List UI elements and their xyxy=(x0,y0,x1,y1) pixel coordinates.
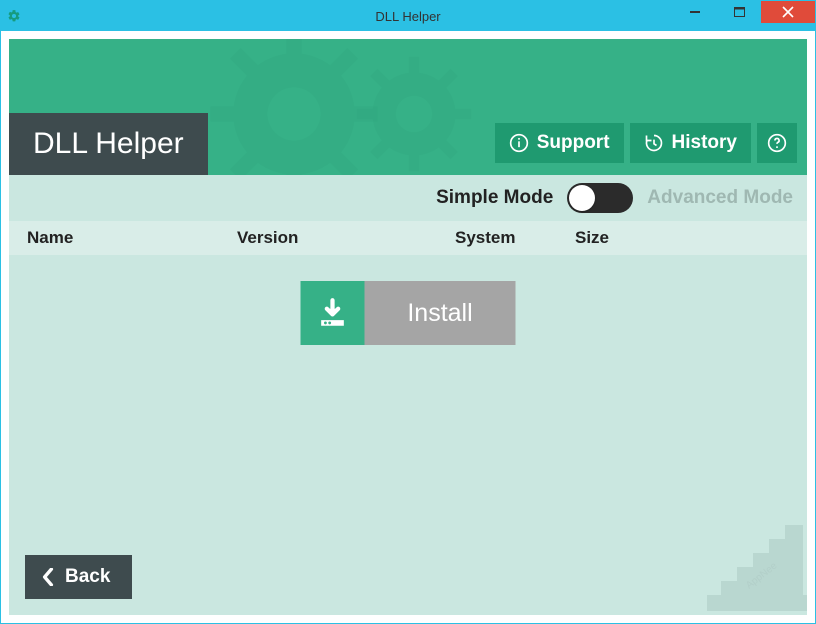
support-label: Support xyxy=(537,132,610,154)
history-button[interactable]: History xyxy=(630,123,751,163)
close-button[interactable] xyxy=(761,1,815,23)
header-buttons: Support History xyxy=(495,123,797,163)
info-icon xyxy=(509,133,529,153)
app-body: DLL Helper Support History Simple Mode xyxy=(1,31,815,623)
header-banner: DLL Helper Support History xyxy=(9,39,807,175)
maximize-button[interactable] xyxy=(717,1,761,23)
history-icon xyxy=(644,133,664,153)
help-button[interactable] xyxy=(757,123,797,163)
chevron-left-icon xyxy=(41,568,55,586)
mode-toggle[interactable] xyxy=(567,183,633,213)
window-controls xyxy=(673,1,815,31)
column-size[interactable]: Size xyxy=(575,228,807,248)
app-title-box: DLL Helper xyxy=(9,113,208,175)
column-system[interactable]: System xyxy=(455,228,575,248)
simple-mode-label: Simple Mode xyxy=(436,187,553,209)
app-icon xyxy=(7,9,21,23)
watermark: AppNee xyxy=(707,525,807,615)
support-button[interactable]: Support xyxy=(495,123,624,163)
history-label: History xyxy=(672,132,737,154)
install-button[interactable]: Install xyxy=(301,281,516,345)
app-title: DLL Helper xyxy=(33,127,184,161)
install-label: Install xyxy=(365,281,516,345)
back-button[interactable]: Back xyxy=(25,555,132,599)
install-icon-box xyxy=(301,281,365,345)
help-icon xyxy=(767,133,787,153)
gear-decoration xyxy=(349,49,479,175)
maximize-icon xyxy=(734,7,745,18)
download-icon xyxy=(316,296,350,330)
close-icon xyxy=(782,6,794,18)
advanced-mode-label: Advanced Mode xyxy=(647,187,793,209)
mode-bar: Simple Mode Advanced Mode xyxy=(9,175,807,221)
app-window: DLL Helper DLL Helper xyxy=(0,0,816,624)
minimize-icon xyxy=(689,6,701,18)
content-area: Install Back AppNee xyxy=(9,255,807,615)
column-version[interactable]: Version xyxy=(237,228,455,248)
back-label: Back xyxy=(65,566,110,588)
column-headers: Name Version System Size xyxy=(9,221,807,255)
toggle-knob xyxy=(569,185,595,211)
titlebar[interactable]: DLL Helper xyxy=(1,1,815,31)
column-name[interactable]: Name xyxy=(27,228,237,248)
minimize-button[interactable] xyxy=(673,1,717,23)
